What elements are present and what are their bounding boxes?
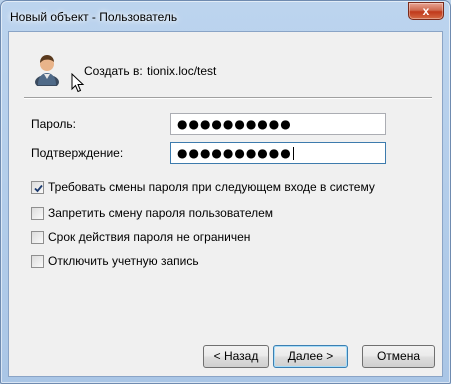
- dialog-content: Создать в: tionix.loc/test Пароль: ●●●●●…: [8, 31, 443, 377]
- option-label: Срок действия пароля не ограничен: [48, 230, 251, 244]
- cancel-button[interactable]: Отмена: [362, 345, 435, 368]
- close-button[interactable]: x: [408, 2, 444, 20]
- confirm-label: Подтверждение:: [31, 146, 124, 160]
- confirm-password-value: ●●●●●●●●●●: [177, 146, 292, 160]
- close-icon: x: [422, 4, 430, 18]
- option-label: Требовать смены пароля при следующем вхо…: [48, 180, 375, 194]
- create-in-label: Создать в:: [84, 64, 143, 78]
- confirm-password-field[interactable]: ●●●●●●●●●●: [170, 142, 386, 164]
- checkbox-require-change[interactable]: [31, 181, 44, 194]
- dialog-window: Новый объект - Пользователь x Создать в:…: [0, 0, 451, 384]
- user-icon: [32, 52, 66, 89]
- checkbox-disable-account[interactable]: [31, 255, 44, 268]
- password-field[interactable]: ●●●●●●●●●●: [170, 113, 386, 135]
- next-button[interactable]: Далее >: [273, 345, 348, 368]
- option-label: Запретить смену пароля пользователем: [48, 206, 274, 220]
- password-value: ●●●●●●●●●●: [177, 117, 292, 131]
- check-icon: [34, 184, 43, 193]
- window-title: Новый объект - Пользователь: [10, 10, 178, 24]
- header-separator: [24, 97, 432, 99]
- checkbox-prevent-change[interactable]: [31, 207, 44, 220]
- password-label: Пароль:: [31, 117, 76, 131]
- mouse-cursor-icon: [71, 72, 85, 93]
- checkbox-never-expires[interactable]: [31, 231, 44, 244]
- back-button[interactable]: < Назад: [203, 345, 269, 368]
- container-path: tionix.loc/test: [147, 64, 217, 78]
- text-caret: [292, 147, 294, 160]
- title-bar[interactable]: Новый объект - Пользователь x: [1, 1, 450, 31]
- option-label: Отключить учетную запись: [48, 254, 199, 268]
